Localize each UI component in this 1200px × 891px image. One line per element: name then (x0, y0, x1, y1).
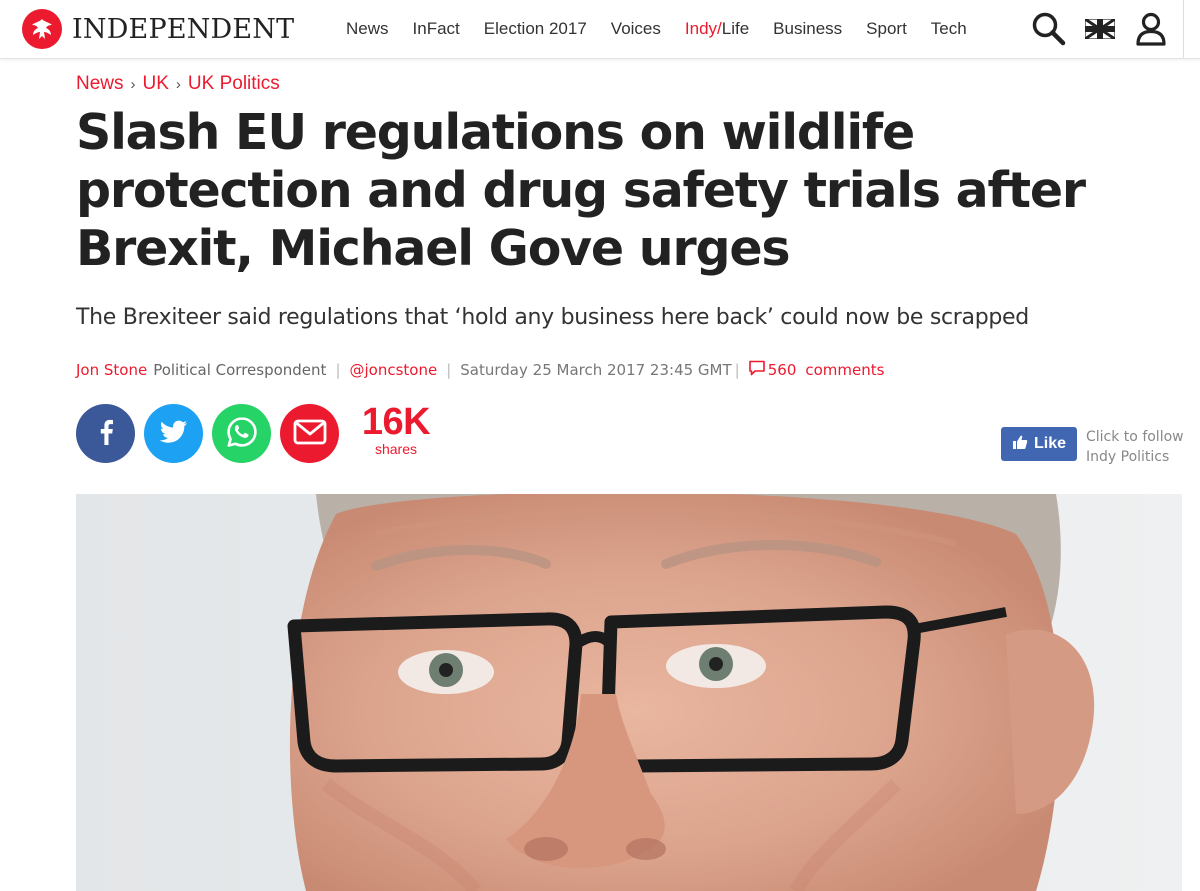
nav-item-election-2017[interactable]: Election 2017 (484, 19, 587, 39)
breadcrumb: News › UK › UK Politics (76, 73, 280, 95)
hero-photo (76, 494, 1182, 891)
breadcrumb-separator: › (130, 76, 136, 93)
thumbs-up-icon (1012, 434, 1028, 455)
follow-widget: Like Click to follow Indy Politics (1001, 427, 1184, 467)
follow-text-line2: Indy Politics (1086, 449, 1170, 465)
twitter-share-button[interactable] (144, 404, 203, 463)
publish-date: Saturday 25 March 2017 23:45 GMT (460, 361, 732, 379)
search-icon[interactable] (1029, 11, 1069, 47)
share-count-number: 16K (361, 400, 431, 443)
whatsapp-share-button[interactable] (212, 404, 271, 463)
user-icon[interactable] (1133, 12, 1169, 46)
email-icon (293, 419, 327, 449)
nav-item-indy-life[interactable]: Indy/Life (685, 19, 749, 39)
byline-separator: | (446, 361, 452, 379)
facebook-share-button[interactable] (76, 404, 135, 463)
byline-separator: | (335, 361, 341, 379)
byline-separator: | (734, 361, 740, 379)
article-headline: Slash EU regulations on wildlife protect… (76, 104, 1086, 277)
author-name[interactable]: Jon Stone (76, 361, 147, 379)
breadcrumb-news[interactable]: News (76, 73, 124, 94)
facebook-icon (95, 418, 117, 450)
comment-bubble-icon (748, 360, 766, 380)
breadcrumb-separator: › (175, 76, 181, 93)
header-tools (1029, 0, 1200, 58)
author-role: Political Correspondent (153, 361, 327, 379)
site-logo-text: INDEPENDENT (72, 13, 295, 45)
main-nav: News InFact Election 2017 Voices Indy/Li… (346, 0, 991, 58)
comments-link[interactable]: 560 comments (748, 360, 885, 380)
nav-item-voices[interactable]: Voices (611, 19, 661, 39)
share-count-label: shares (374, 440, 418, 457)
menu-edge[interactable] (1183, 0, 1200, 58)
comment-count: 560 (767, 361, 797, 379)
article-standfirst: The Brexiteer said regulations that ‘hol… (76, 305, 1029, 330)
twitter-icon (159, 419, 189, 449)
eagle-logo-icon (22, 9, 62, 49)
follow-text-line1: Click to follow (1086, 429, 1184, 445)
nav-item-tech[interactable]: Tech (931, 19, 967, 39)
share-count: 16K shares (356, 402, 436, 456)
whatsapp-icon (225, 415, 259, 453)
breadcrumb-uk[interactable]: UK (143, 73, 169, 94)
follow-text: Click to follow Indy Politics (1086, 427, 1184, 467)
nav-item-sport[interactable]: Sport (866, 19, 907, 39)
breadcrumb-uk-politics[interactable]: UK Politics (188, 73, 280, 94)
nav-item-infact[interactable]: InFact (413, 19, 460, 39)
top-navigation-bar: INDEPENDENT News InFact Election 2017 Vo… (0, 0, 1200, 59)
nav-item-indy-life-suffix: Life (721, 19, 750, 38)
facebook-like-button[interactable]: Like (1001, 427, 1077, 461)
article-byline: Jon Stone Political Correspondent | @jon… (76, 358, 884, 382)
comments-label: comments (805, 361, 885, 379)
nav-item-indy-life-prefix: Indy/ (684, 19, 722, 38)
like-label: Like (1033, 435, 1066, 452)
nav-item-business[interactable]: Business (773, 19, 842, 39)
nav-item-news[interactable]: News (346, 19, 389, 39)
author-twitter-handle[interactable]: @joncstone (350, 361, 438, 379)
uk-flag-icon[interactable] (1083, 19, 1117, 39)
share-bar: 16K shares (76, 402, 436, 463)
site-logo[interactable]: INDEPENDENT (22, 9, 294, 49)
email-share-button[interactable] (280, 404, 339, 463)
hero-photo-illustration (76, 494, 1182, 891)
